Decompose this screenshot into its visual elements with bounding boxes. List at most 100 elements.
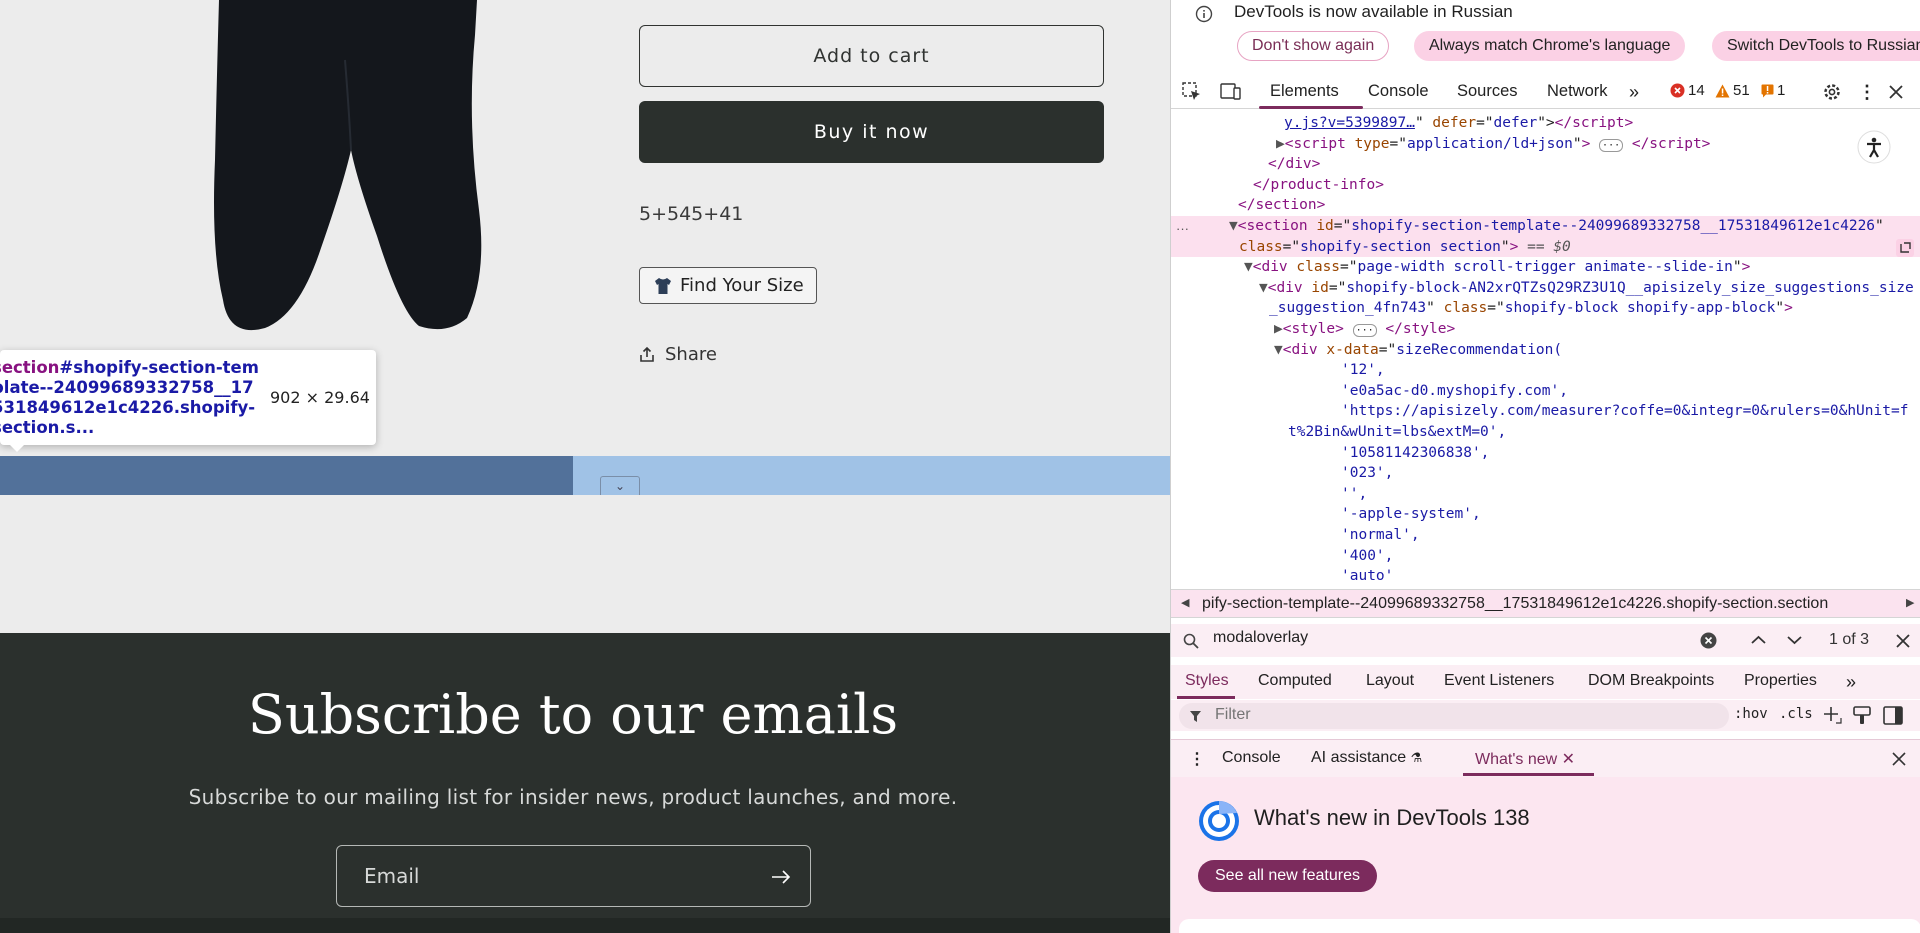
- arrow-right-icon[interactable]: [770, 866, 792, 888]
- language-infobar: DevTools is now available in Russian Don…: [1171, 0, 1920, 66]
- dom-node-line[interactable]: </product-info>: [1171, 175, 1920, 196]
- dom-node-line[interactable]: ▶<style> ··· </style>: [1171, 319, 1920, 342]
- dom-node-line[interactable]: class="shopify-section section"> == $0: [1171, 236, 1920, 258]
- dom-node-line[interactable]: t%2Bin&wUnit=lbs&extM=0',: [1171, 422, 1920, 443]
- dom-node-line[interactable]: '-apple-system',: [1171, 504, 1920, 525]
- error-icon: [1670, 83, 1685, 98]
- close-tab-icon[interactable]: ✕: [1562, 751, 1575, 768]
- dom-node-line[interactable]: ▼<div id="shopify-block-AN2xrQTZsQ29RZ3U…: [1171, 278, 1920, 299]
- issues-count-badge[interactable]: 1: [1761, 82, 1785, 99]
- copy-node-icon[interactable]: [1895, 238, 1915, 258]
- tab-network[interactable]: Network: [1547, 82, 1608, 101]
- dom-node-line[interactable]: 'auto': [1171, 566, 1920, 587]
- store-page: Add to cart Buy it now 5+545+41 Find You…: [0, 0, 1170, 933]
- tab-properties[interactable]: Properties: [1744, 672, 1817, 690]
- see-all-features-button[interactable]: See all new features: [1198, 860, 1377, 892]
- close-search-icon[interactable]: [1896, 634, 1910, 648]
- product-note: 5+545+41: [639, 203, 744, 225]
- chevron-down-icon[interactable]: [1787, 635, 1802, 645]
- paint-icon[interactable]: [1853, 706, 1871, 726]
- feature-card: [1179, 919, 1920, 933]
- tab-event-listeners[interactable]: Event Listeners: [1444, 672, 1554, 690]
- breadcrumb-left-icon[interactable]: ◀: [1181, 590, 1189, 617]
- warning-count: 51: [1733, 82, 1750, 99]
- tab-layout[interactable]: Layout: [1366, 672, 1414, 690]
- new-style-rule-icon[interactable]: [1823, 706, 1843, 726]
- always-match-language-button[interactable]: Always match Chrome's language: [1414, 31, 1686, 61]
- tab-computed[interactable]: Computed: [1258, 672, 1332, 690]
- email-input[interactable]: [364, 864, 744, 888]
- sidebar-toggle-icon[interactable]: [1883, 706, 1903, 725]
- newsletter-title: Subscribe to our emails: [247, 683, 899, 746]
- drawer-tab-ai-assistance[interactable]: AI assistance ⚗: [1311, 749, 1422, 767]
- search-icon: [1183, 633, 1199, 649]
- class-toggle[interactable]: .cls: [1779, 706, 1813, 722]
- dom-node-line[interactable]: '',: [1171, 484, 1920, 505]
- dom-node-line[interactable]: ▶<script type="application/ld+json"> ···…: [1171, 134, 1920, 157]
- tooltip-selector: section#shopify-section-template--240996…: [0, 358, 260, 438]
- styles-pane-tabs: Styles Computed Layout Event Listeners D…: [1171, 665, 1920, 699]
- node-menu-icon[interactable]: ···: [1176, 221, 1189, 236]
- dom-node-line[interactable]: </section>: [1171, 195, 1920, 216]
- dom-node-line[interactable]: '10581142306838',: [1171, 443, 1920, 464]
- dom-node-line[interactable]: 'e0a5ac-d0.myshopify.com',: [1171, 381, 1920, 402]
- elements-dom-tree[interactable]: y.js?v=5399897…" defer="defer"></script>…: [1171, 111, 1920, 589]
- dont-show-again-button[interactable]: Don't show again: [1237, 31, 1390, 61]
- warning-count-badge[interactable]: 51: [1715, 82, 1750, 99]
- styles-filter-row: :hov .cls: [1171, 700, 1920, 731]
- dom-node-line[interactable]: y.js?v=5399897…" defer="defer"></script>: [1171, 113, 1920, 134]
- error-count-badge[interactable]: 14: [1670, 82, 1705, 99]
- clear-search-icon[interactable]: [1700, 632, 1717, 649]
- switch-language-button[interactable]: Switch DevTools to Russian: [1712, 31, 1920, 61]
- dom-node-line[interactable]: </div>: [1171, 154, 1920, 175]
- search-result-count: 1 of 3: [1829, 631, 1870, 648]
- tab-elements[interactable]: Elements: [1270, 82, 1339, 101]
- dom-node-line[interactable]: ▼<section id="shopify-section-template--…: [1171, 216, 1920, 237]
- chevron-up-icon[interactable]: [1751, 635, 1766, 645]
- drawer-menu-icon[interactable]: ⋮: [1189, 749, 1205, 769]
- dom-node-line[interactable]: '12',: [1171, 360, 1920, 381]
- issue-icon: [1761, 84, 1774, 97]
- breadcrumb-right-icon[interactable]: ▶: [1902, 590, 1915, 617]
- gear-icon[interactable]: [1822, 82, 1842, 102]
- tooltip-arrow: [8, 443, 26, 452]
- dom-node-line[interactable]: 'normal',: [1171, 525, 1920, 546]
- add-to-cart-button[interactable]: Add to cart: [639, 25, 1104, 87]
- more-options-icon[interactable]: ⋮: [1858, 82, 1876, 103]
- drawer-tab-console[interactable]: Console: [1222, 749, 1281, 767]
- buy-now-button[interactable]: Buy it now: [639, 101, 1104, 163]
- filter-input[interactable]: [1215, 706, 1615, 724]
- device-toggle-icon[interactable]: [1219, 81, 1243, 103]
- tab-dom-breakpoints[interactable]: DOM Breakpoints: [1588, 672, 1714, 690]
- dom-node-line[interactable]: '023',: [1171, 463, 1920, 484]
- whats-new-title: What's new in DevTools 138: [1254, 805, 1530, 830]
- info-icon: [1195, 5, 1213, 23]
- styles-tab-indicator: [1177, 696, 1235, 699]
- filter-icon: [1190, 711, 1201, 722]
- breadcrumb-path[interactable]: pify-section-template--24099689332758__1…: [1202, 590, 1828, 617]
- email-field[interactable]: [336, 845, 811, 907]
- tooltip-dimensions: 902 × 29.64: [270, 388, 370, 407]
- close-icon[interactable]: [1888, 84, 1904, 100]
- dom-node-line[interactable]: _suggestion_4fn743" class="shopify-block…: [1171, 298, 1920, 319]
- drawer-tab-whats-new[interactable]: What's new ✕: [1475, 749, 1575, 769]
- more-tabs-icon[interactable]: »: [1629, 82, 1639, 103]
- filter-field[interactable]: [1179, 703, 1729, 729]
- tab-styles[interactable]: Styles: [1185, 672, 1229, 690]
- more-style-tabs-icon[interactable]: »: [1846, 672, 1856, 693]
- dom-node-line[interactable]: ▼<div class="page-width scroll-trigger a…: [1171, 257, 1920, 278]
- inspect-element-icon[interactable]: [1181, 81, 1203, 103]
- find-your-size-button[interactable]: Find Your Size: [639, 267, 817, 304]
- dom-node-line[interactable]: '400',: [1171, 546, 1920, 567]
- dom-search-input[interactable]: [1213, 629, 1613, 647]
- breadcrumb: ◀ pify-section-template--24099689332758_…: [1171, 589, 1920, 618]
- hover-state-toggle[interactable]: :hov: [1734, 706, 1768, 722]
- close-drawer-icon[interactable]: [1892, 752, 1906, 766]
- dom-node-line[interactable]: ▼<div x-data="sizeRecommendation(: [1171, 340, 1920, 361]
- tab-console[interactable]: Console: [1368, 82, 1429, 101]
- accessibility-icon[interactable]: [1857, 130, 1891, 164]
- share-button[interactable]: Share: [639, 344, 717, 365]
- tab-sources[interactable]: Sources: [1457, 82, 1518, 101]
- dom-node-line[interactable]: 'https://apisizely.com/measurer?coffe=0&…: [1171, 401, 1920, 422]
- whats-new-label: What's new: [1475, 751, 1558, 768]
